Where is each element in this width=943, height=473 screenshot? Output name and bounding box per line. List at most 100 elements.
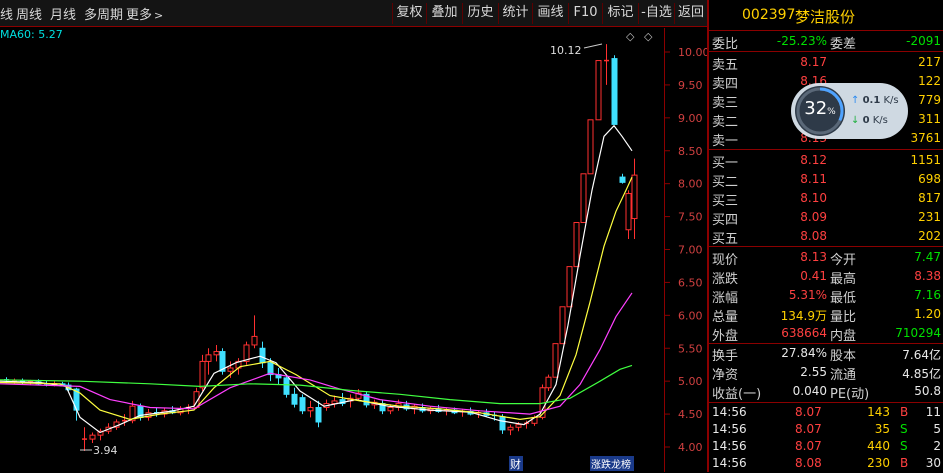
ask-row[interactable]: 卖五 8.17 217: [709, 53, 943, 73]
candle-body: [291, 393, 298, 405]
price-axis-label: 8.00: [678, 178, 703, 191]
tick-price: 8.07: [795, 405, 822, 419]
back-button[interactable]: 返回: [674, 3, 707, 24]
tick-price: 8.07: [795, 439, 822, 453]
ma20-line: [0, 292, 633, 415]
tick-row: 14:56 8.08 230 B 30: [709, 455, 943, 473]
candle-body: [625, 193, 632, 231]
candle-body: [283, 377, 290, 395]
bid-volume: 1151: [910, 153, 941, 167]
bid-price: 8.10: [800, 191, 827, 205]
tick-price: 8.07: [795, 422, 822, 436]
row-value: 2.55: [800, 365, 827, 379]
row-value: 0.41: [800, 269, 827, 283]
statistics-button[interactable]: 统计: [498, 3, 532, 24]
weibi-value: -25.23%: [776, 34, 827, 48]
tick-volume: 35: [874, 422, 890, 436]
divider: [709, 402, 943, 403]
download-speed: ↓ 0 K/s: [851, 115, 888, 126]
bid-row[interactable]: 买一 8.12 1151: [709, 151, 943, 171]
quote-row: 外盘 638664 内盘 710294: [709, 324, 943, 344]
bid-volume: 231: [918, 210, 941, 224]
candle-body: [299, 397, 306, 412]
row-value-2: 50.8: [914, 384, 941, 398]
row-value-2: 710294: [895, 326, 941, 340]
stats-row: 换手 27.84% 股本 7.64亿: [709, 344, 943, 364]
candle-body: [199, 360, 206, 389]
price-axis-label: 9.00: [678, 112, 703, 125]
history-button[interactable]: 历史: [462, 3, 498, 24]
network-speed-widget[interactable]: 32% ↑ 0.1 K/s ↓ 0 K/s: [791, 83, 908, 139]
row-label: 涨幅: [712, 291, 739, 306]
row-value: 27.84%: [781, 346, 827, 360]
bid-row[interactable]: 买四 8.09 231: [709, 208, 943, 228]
overlay-button[interactable]: 叠加: [426, 3, 462, 24]
candle-body: [315, 407, 322, 423]
tick-time: 14:56: [712, 439, 747, 453]
quote-row: 现价 8.13 今开 7.47: [709, 248, 943, 268]
tab-more[interactable]: 更多 >: [126, 4, 163, 23]
restore-rights-button[interactable]: 复权: [392, 3, 426, 24]
tab-multi-period[interactable]: 多周期: [84, 4, 123, 23]
bid-volume: 202: [918, 229, 941, 243]
candle-body: [227, 367, 234, 372]
divider: [709, 246, 943, 247]
candle-body: [515, 424, 522, 428]
ask-label: 卖一: [712, 134, 739, 149]
candle-body: [213, 351, 220, 356]
high-marker-arrow: [583, 43, 603, 49]
tick-side: S: [900, 439, 908, 453]
quote-row: 涨跌 0.41 最高 8.38: [709, 267, 943, 287]
ask-label: 卖二: [712, 115, 739, 130]
row-value-2: 7.47: [914, 250, 941, 264]
tick-count: 2: [933, 439, 941, 453]
candle-body: [307, 407, 314, 412]
quote-row: 总量 134.9万 量比 1.20: [709, 305, 943, 325]
bid-price: 8.08: [800, 229, 827, 243]
row-label-2: 内盘: [830, 329, 857, 344]
candle-body: [559, 306, 566, 345]
tick-side: S: [900, 422, 908, 436]
draw-line-button[interactable]: 画线: [532, 3, 568, 24]
row-label-2: 最低: [830, 291, 857, 306]
ma60-line: [0, 364, 633, 405]
bid-price: 8.11: [800, 172, 827, 186]
ask-volume: 122: [918, 74, 941, 88]
low-marker-label: 3.94: [93, 444, 118, 457]
tick-price: 8.08: [795, 456, 822, 470]
kline-chart[interactable]: 10.00 9.50 9.00 8.50 8.00 7.50 7.00 6.50 6.00 5.5…: [0, 28, 707, 472]
bid-row[interactable]: 买五 8.08 202: [709, 227, 943, 247]
bid-label: 买一: [712, 156, 739, 171]
tab-weekly[interactable]: 周线: [16, 4, 42, 23]
row-value: 0.040: [792, 384, 827, 398]
bid-row[interactable]: 买二 8.11 698: [709, 170, 943, 190]
bid-label: 买三: [712, 194, 739, 209]
bid-label: 买二: [712, 175, 739, 190]
row-value: 8.13: [800, 250, 827, 264]
row-label-2: 股本: [830, 349, 857, 364]
tick-row: 14:56 8.07 143 B 11: [709, 404, 943, 422]
bid-price: 8.12: [800, 153, 827, 167]
row-value-2: 7.64亿: [902, 348, 941, 362]
remove-watchlist-button[interactable]: -自选: [638, 3, 674, 24]
bid-volume: 817: [918, 191, 941, 205]
mark-button[interactable]: 标记: [602, 3, 638, 24]
bid-volume: 698: [918, 172, 941, 186]
stock-name: 梦洁股份: [795, 8, 856, 26]
candle-body: [566, 266, 573, 308]
candle-body: [595, 60, 602, 121]
tab-period[interactable]: 线: [0, 4, 13, 23]
bid-row[interactable]: 买三 8.10 817: [709, 189, 943, 209]
candle-body: [507, 426, 514, 431]
candle-body: [499, 416, 506, 431]
tab-monthly[interactable]: 月线: [50, 4, 76, 23]
f10-button[interactable]: F10: [568, 3, 602, 24]
axis-divider: [664, 28, 665, 472]
bid-label: 买五: [712, 232, 739, 247]
stock-code: 002397: [742, 7, 796, 23]
weicha-value: -2091: [906, 34, 941, 48]
cpu-ring: 32%: [795, 86, 845, 136]
tick-row: 14:56 8.07 440 S 2: [709, 438, 943, 456]
row-label: 换手: [712, 349, 739, 364]
row-label: 现价: [712, 253, 739, 268]
